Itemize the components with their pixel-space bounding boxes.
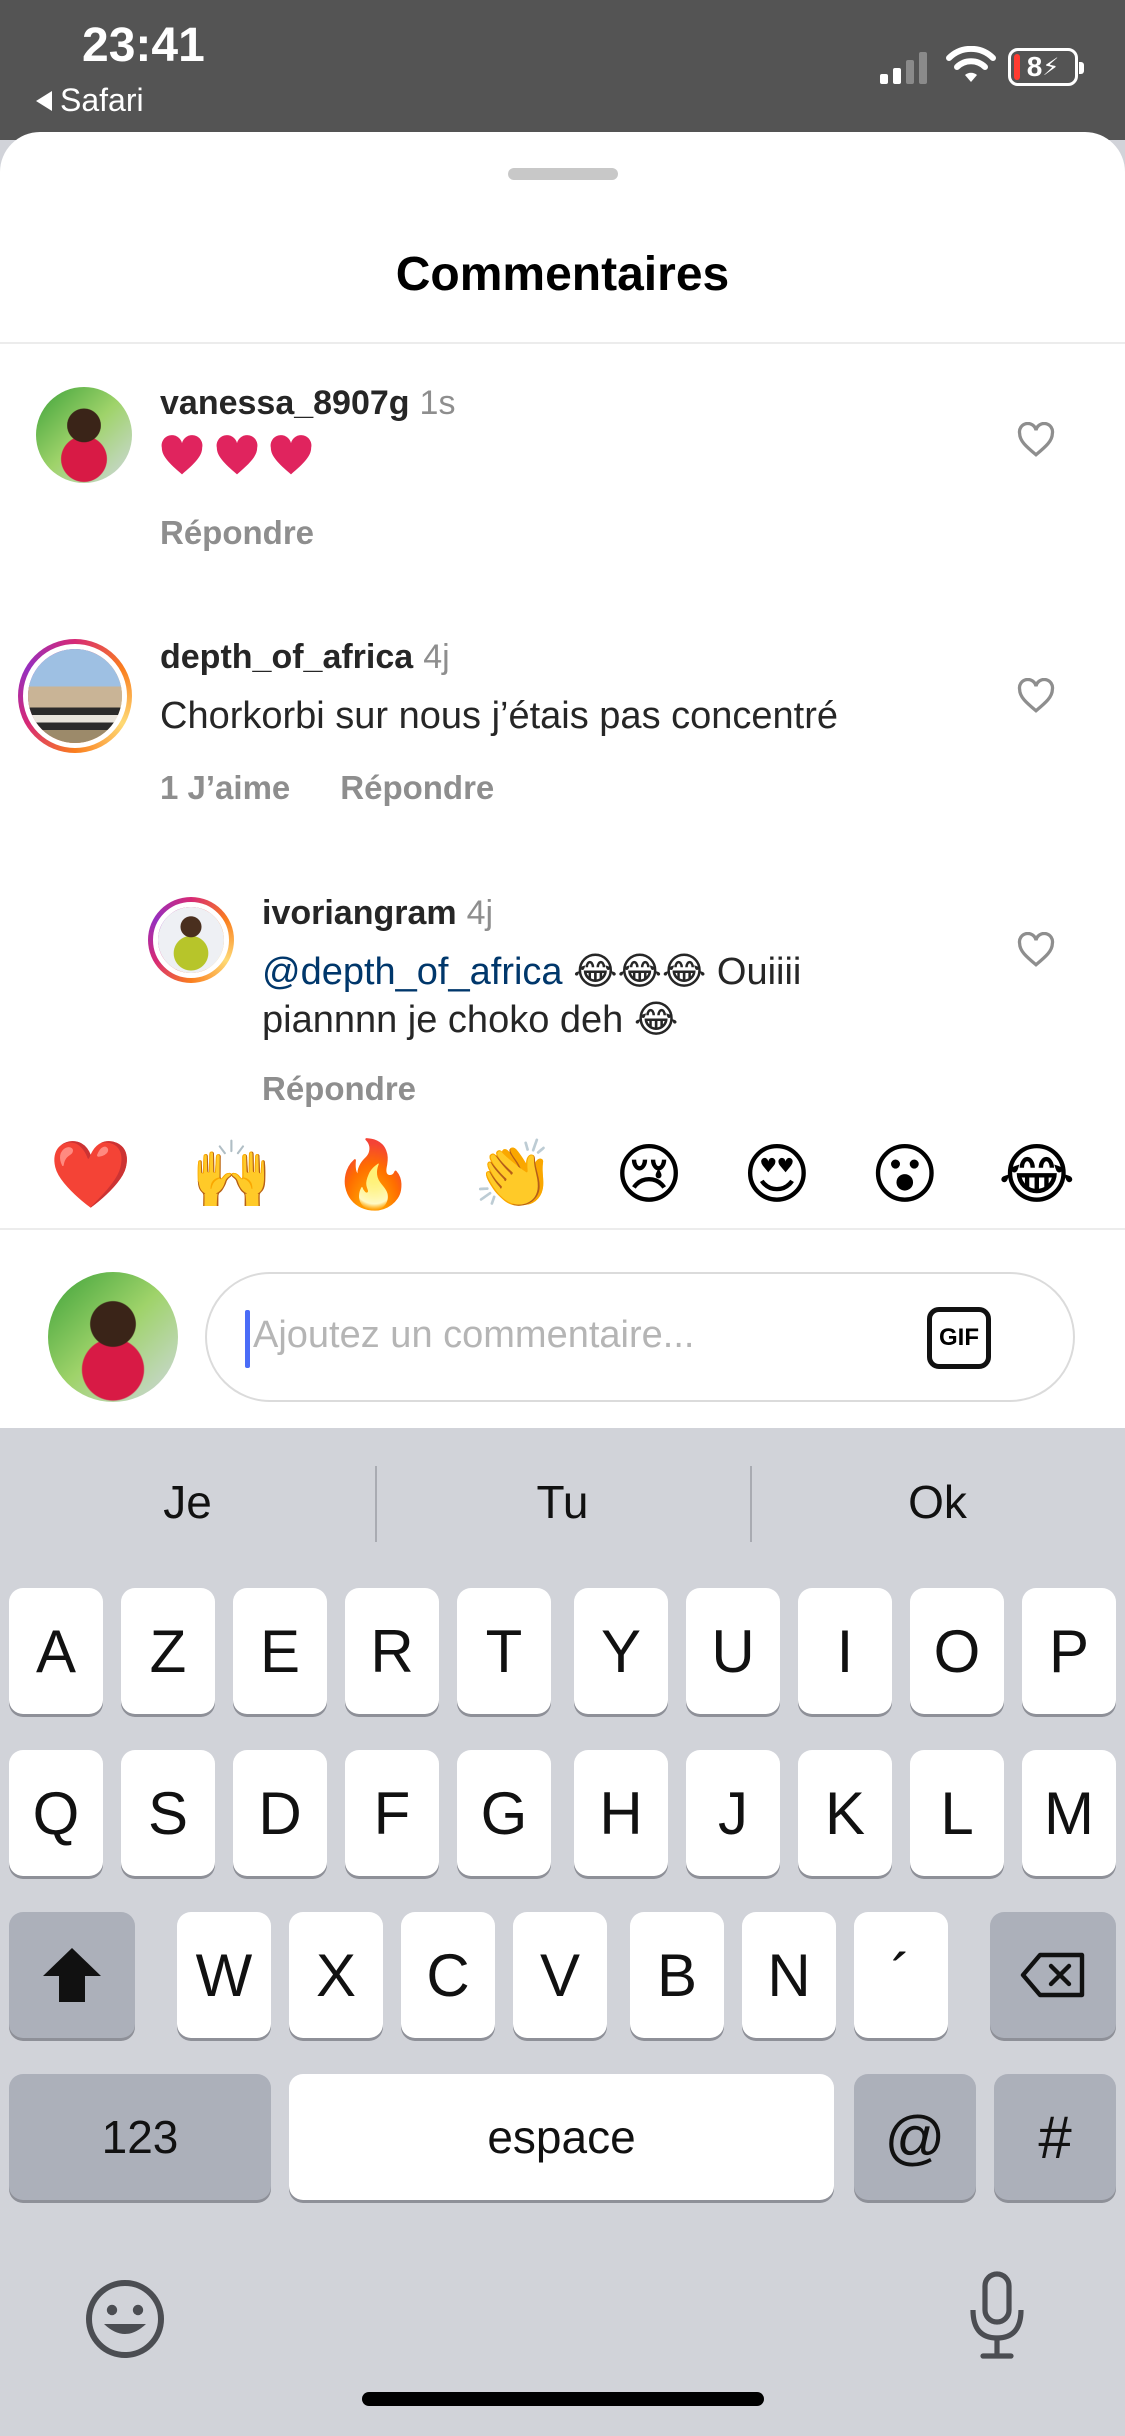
sheet-grabber[interactable]: [508, 168, 618, 180]
reaction-surprised[interactable]: 😮: [870, 1141, 939, 1208]
red-heart-icon: [161, 435, 203, 475]
key-g[interactable]: G: [457, 1750, 551, 1876]
key-acute-accent[interactable]: ´: [854, 1912, 948, 2038]
key-p[interactable]: P: [1022, 1588, 1116, 1714]
comment-placeholder: Ajoutez un commentaire...: [253, 1314, 695, 1356]
key-i[interactable]: I: [798, 1588, 892, 1714]
text-caret: [245, 1310, 250, 1368]
comment-text: @depth_of_africa 😂😂😂 Ouiiii piannnn je c…: [262, 951, 802, 1041]
at-key[interactable]: @: [854, 2074, 976, 2200]
status-bar: 23:41 Safari 8 ⚡: [0, 0, 1125, 140]
reaction-fire[interactable]: 🔥: [332, 1141, 414, 1208]
sheet-title: Commentaires: [395, 248, 730, 301]
key-n[interactable]: N: [742, 1912, 836, 2038]
suggestion[interactable]: Ok: [750, 1428, 1125, 1576]
key-r[interactable]: R: [345, 1588, 439, 1714]
predictive-bar: Je Tu Ok: [0, 1428, 1125, 1576]
shift-icon: [43, 1948, 101, 2002]
red-heart-icon: [270, 435, 312, 475]
header-divider: [0, 342, 1125, 344]
key-s[interactable]: S: [121, 1750, 215, 1876]
avatar[interactable]: [18, 639, 132, 753]
key-a[interactable]: A: [9, 1588, 103, 1714]
comment-time: 4j: [423, 638, 450, 676]
battery-level: 8: [1026, 51, 1043, 82]
keyboard: Je Tu Ok A Z E R T Y U I O P Q S D F G H…: [0, 1428, 1125, 2436]
suggestion[interactable]: Je: [0, 1428, 375, 1576]
key-z[interactable]: Z: [121, 1588, 215, 1714]
reaction-laughing[interactable]: 😂: [998, 1141, 1075, 1208]
heart-outline-icon[interactable]: [1016, 422, 1056, 458]
likes-count[interactable]: 1 J’aime: [160, 769, 290, 807]
reaction-heart[interactable]: ❤️: [50, 1141, 132, 1208]
wifi-icon: [946, 46, 996, 82]
key-f[interactable]: F: [345, 1750, 439, 1876]
key-u[interactable]: U: [686, 1588, 780, 1714]
hash-key[interactable]: #: [994, 2074, 1116, 2200]
reaction-crying[interactable]: 😢: [615, 1141, 684, 1208]
gif-icon[interactable]: GIF: [927, 1307, 991, 1369]
comment-input[interactable]: Ajoutez un commentaire... GIF: [205, 1272, 1075, 1402]
key-o[interactable]: O: [910, 1588, 1004, 1714]
key-v[interactable]: V: [513, 1912, 607, 2038]
comments-sheet: Commentaires vanessa_8907g 1s Répondre de…: [0, 132, 1125, 1428]
heart-outline-icon[interactable]: [1016, 678, 1056, 714]
composer-avatar: [48, 1272, 178, 1402]
backspace-icon: [1020, 1952, 1085, 1998]
signal-icon: [880, 50, 927, 84]
back-app-label: Safari: [60, 82, 144, 118]
avatar[interactable]: [36, 387, 132, 483]
comment-actions: 1 J’aime Répondre: [160, 769, 494, 807]
comment-username[interactable]: vanessa_8907g 1s: [160, 384, 455, 423]
reaction-clap[interactable]: 👏: [473, 1141, 555, 1208]
comment-username[interactable]: depth_of_africa 4j: [160, 638, 450, 677]
back-to-app-link[interactable]: Safari: [36, 82, 144, 119]
comment-time: 4j: [466, 894, 494, 932]
comment-text: Chorkorbi sur nous j’étais pas concentré: [160, 695, 839, 737]
key-h[interactable]: H: [574, 1750, 668, 1876]
mention-link[interactable]: @depth_of_africa: [262, 951, 563, 993]
key-q[interactable]: Q: [9, 1750, 103, 1876]
key-y[interactable]: Y: [574, 1588, 668, 1714]
key-c[interactable]: C: [401, 1912, 495, 2038]
red-heart-icon: [216, 435, 257, 475]
backspace-key[interactable]: [990, 1912, 1116, 2038]
comment-text: [160, 430, 313, 478]
quick-reactions-bar: ❤️ 🙌 🔥 👏 😢 😍 😮 😂: [0, 1092, 1125, 1257]
key-j[interactable]: J: [686, 1750, 780, 1876]
comment-username[interactable]: ivoriangram 4j: [262, 894, 493, 933]
key-k[interactable]: K: [798, 1750, 892, 1876]
emoji-icon[interactable]: [84, 2278, 166, 2360]
status-time: 23:41: [82, 19, 205, 72]
microphone-icon[interactable]: [965, 2270, 1029, 2362]
reaction-heart-eyes[interactable]: 😍: [742, 1141, 811, 1208]
reply-button[interactable]: Répondre: [160, 514, 314, 552]
key-t[interactable]: T: [457, 1588, 551, 1714]
avatar[interactable]: [148, 897, 234, 983]
key-m[interactable]: M: [1022, 1750, 1116, 1876]
space-key[interactable]: espace: [289, 2074, 834, 2200]
comment-time: 1s: [419, 384, 456, 422]
heart-outline-icon[interactable]: [1016, 932, 1056, 968]
key-b[interactable]: B: [630, 1912, 724, 2038]
suggestion[interactable]: Tu: [375, 1428, 750, 1576]
numbers-key[interactable]: 123: [9, 2074, 271, 2200]
key-e[interactable]: E: [233, 1588, 327, 1714]
battery-icon: 8 ⚡: [1008, 48, 1084, 86]
reaction-raised-hands[interactable]: 🙌: [191, 1141, 273, 1208]
comment-actions: Répondre: [160, 514, 314, 552]
key-l[interactable]: L: [910, 1750, 1004, 1876]
key-x[interactable]: X: [289, 1912, 383, 2038]
key-d[interactable]: D: [233, 1750, 327, 1876]
home-indicator[interactable]: [362, 2392, 764, 2406]
back-triangle-icon: [36, 90, 52, 111]
key-w[interactable]: W: [177, 1912, 271, 2038]
shift-key[interactable]: [9, 1912, 135, 2038]
reply-button[interactable]: Répondre: [340, 769, 494, 807]
